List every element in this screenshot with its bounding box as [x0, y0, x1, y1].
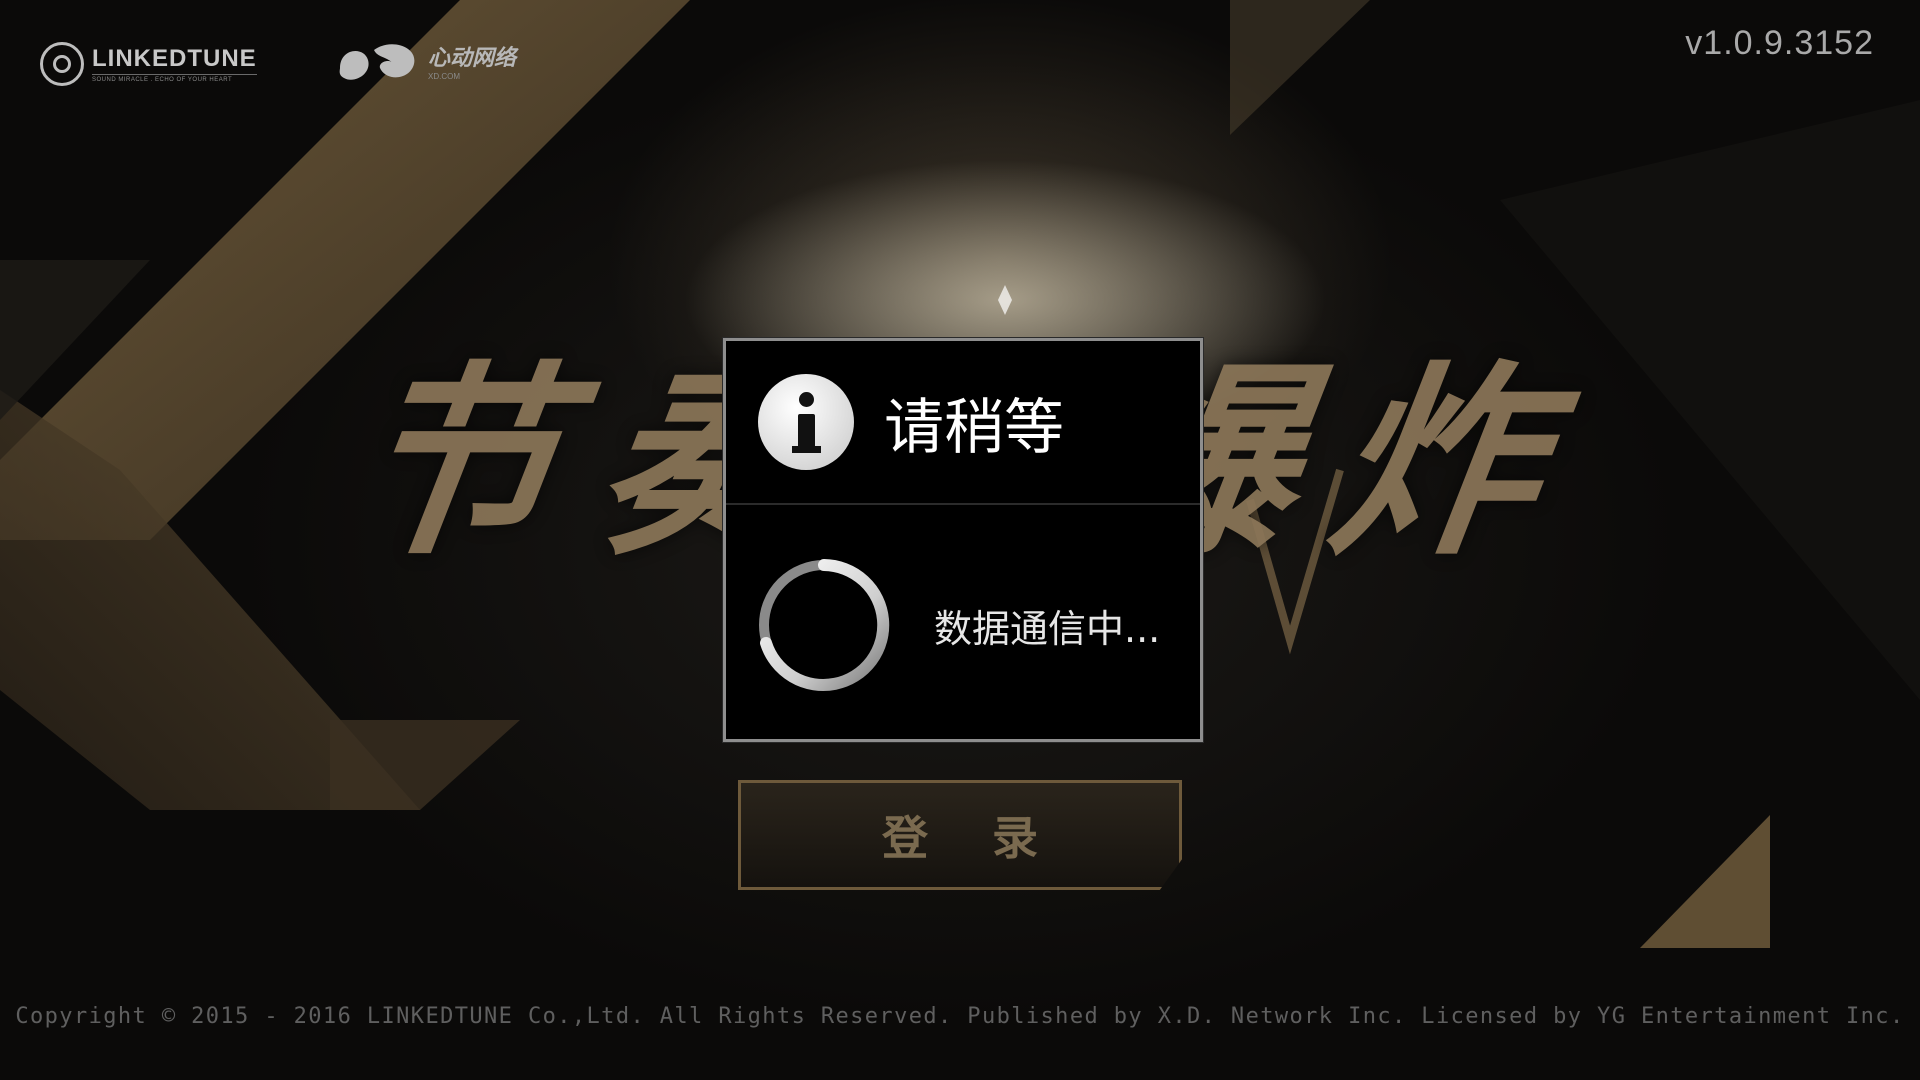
xd-logo-name-en: XD.COM	[428, 71, 460, 81]
gold-triangle-bottom-right	[1640, 815, 1770, 948]
linkedtune-logo: LINKEDTUNE SOUND MIRACLE . ECHO OF YOUR …	[40, 38, 257, 90]
dialog-title: 请稍等	[884, 392, 1064, 463]
linkedtune-logo-slogan: SOUND MIRACLE . ECHO OF YOUR HEART	[92, 73, 257, 83]
game-login-screen: LINKEDTUNE SOUND MIRACLE . ECHO OF YOUR …	[0, 0, 1920, 1080]
gold-ribbon-mid	[330, 720, 520, 810]
copyright-footer: Copyright © 2015 - 2016 LINKEDTUNE Co.,L…	[15, 1004, 1905, 1029]
xd-logo: 心动网络 XD.COM	[334, 38, 516, 88]
dialog-header: 请稍等	[726, 341, 1200, 505]
loading-spinner-icon	[759, 559, 890, 691]
xd-logo-name-cn: 心动网络	[428, 45, 517, 71]
login-button[interactable]: 登 录	[738, 780, 1182, 890]
login-button-label: 登 录	[881, 811, 1062, 865]
xd-logo-icon	[339, 44, 415, 80]
loading-dialog: 请稍等 数据通信中...	[723, 338, 1203, 742]
version-label: v1.0.9.3152	[1685, 24, 1874, 62]
dialog-message: 数据通信中...	[934, 606, 1161, 651]
dialog-body: 数据通信中...	[726, 505, 1200, 745]
dark-triangle-top	[1230, 0, 1370, 135]
info-icon	[758, 374, 854, 470]
linkedtune-logo-name: LINKEDTUNE	[92, 44, 257, 72]
linkedtune-logo-icon	[40, 42, 84, 86]
